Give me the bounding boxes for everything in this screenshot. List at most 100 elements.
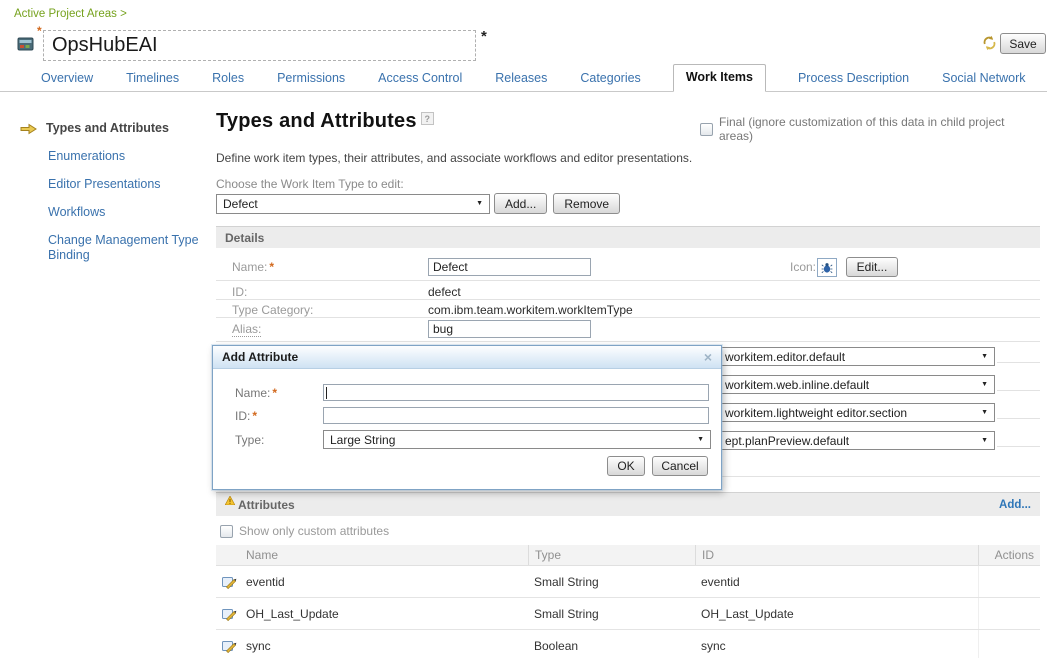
cancel-button[interactable]: Cancel <box>652 456 708 476</box>
id-field-label: ID: <box>232 285 247 299</box>
dropdown-caret-icon: ▼ <box>981 409 988 416</box>
dialog-title: Add Attribute <box>222 350 298 364</box>
tab-overview[interactable]: Overview <box>40 66 94 91</box>
details-section-title: Details <box>225 231 264 245</box>
attribute-id: eventid <box>695 575 978 589</box>
sidebar-item-label: Types and Attributes <box>46 121 169 136</box>
plan-preview-presentation-select[interactable]: ept.planPreview.default ▼ <box>718 431 995 450</box>
required-marker: * <box>37 24 42 38</box>
editor-presentation-value: workitem.editor.default <box>725 350 845 364</box>
sidebar-item-editor-presentations[interactable]: Editor Presentations <box>20 177 212 192</box>
id-column-header: ID <box>695 545 978 565</box>
sidebar-item-label: Editor Presentations <box>48 177 161 191</box>
breadcrumb[interactable]: Active Project Areas > <box>14 8 127 20</box>
dropdown-caret-icon: ▼ <box>981 437 988 444</box>
dropdown-caret-icon: ▼ <box>476 200 483 207</box>
add-attribute-dialog: Add Attribute × Name:* ID:* Type: Large … <box>212 345 722 490</box>
type-name-input[interactable] <box>428 258 591 276</box>
attributes-table: Name Type ID Actions eventid Small Strin… <box>216 545 1040 658</box>
attribute-type: Small String <box>528 575 695 589</box>
final-checkbox-row: Final (ignore customization of this data… <box>700 115 1040 143</box>
type-column-header: Type <box>528 545 695 565</box>
dialog-name-input[interactable] <box>323 384 709 401</box>
final-checkbox[interactable] <box>700 123 713 136</box>
attribute-icon <box>216 607 240 621</box>
dialog-type-label: Type: <box>235 433 264 447</box>
current-section-arrow-icon <box>20 123 37 135</box>
page-title-row: Types and Attributes ? <box>216 110 434 133</box>
editor-presentation-select[interactable]: workitem.editor.default ▼ <box>718 347 995 366</box>
filter-checkbox-label: Show only custom attributes <box>239 524 389 538</box>
table-row[interactable]: OH_Last_Update Small String OH_Last_Upda… <box>216 598 1040 630</box>
type-category-label: Type Category: <box>232 303 313 317</box>
close-icon[interactable]: × <box>704 351 712 363</box>
web-inline-presentation-select[interactable]: workitem.web.inline.default ▼ <box>718 375 995 394</box>
dialog-titlebar[interactable]: Add Attribute × <box>213 346 721 369</box>
attribute-type: Small String <box>528 607 695 621</box>
attribute-actions <box>978 598 1040 629</box>
dialog-buttons: OK Cancel <box>600 456 708 476</box>
attribute-actions <box>978 566 1040 597</box>
work-item-type-chooser-label: Choose the Work Item Type to edit: <box>216 177 404 191</box>
table-row[interactable]: sync Boolean sync <box>216 630 1040 658</box>
alias-field-label: Alias: <box>232 322 261 337</box>
dropdown-caret-icon: ▼ <box>981 381 988 388</box>
sidebar: Types and Attributes Enumerations Editor… <box>20 121 212 276</box>
icon-field-label: Icon: <box>790 260 816 274</box>
dropdown-caret-icon: ▼ <box>981 353 988 360</box>
sidebar-item-label: Workflows <box>48 205 105 219</box>
name-column-header: Name <box>240 548 528 562</box>
main-content: Types and Attributes ? Final (ignore cus… <box>216 0 1040 658</box>
bug-icon <box>821 262 833 274</box>
project-area-editor: Active Project Areas > * * Save Overview… <box>0 0 1047 658</box>
alias-input[interactable] <box>428 320 591 338</box>
table-header-row: Name Type ID Actions <box>216 545 1040 566</box>
attributes-section-header: Attributes Add... <box>216 492 1040 516</box>
sidebar-item-workflows[interactable]: Workflows <box>20 205 212 220</box>
text-cursor <box>326 387 327 399</box>
ok-button[interactable]: OK <box>607 456 645 476</box>
attribute-icon <box>216 575 240 589</box>
sidebar-item-label: Change Management Type Binding <box>48 233 199 262</box>
lightweight-editor-presentation-select[interactable]: workitem.lightweight editor.section ▼ <box>718 403 995 422</box>
web-inline-presentation-value: workitem.web.inline.default <box>725 378 869 392</box>
table-row[interactable]: eventid Small String eventid <box>216 566 1040 598</box>
remove-type-button[interactable]: Remove <box>553 193 620 214</box>
help-icon[interactable]: ? <box>421 112 434 125</box>
details-section-header: Details <box>216 226 1040 248</box>
work-item-type-select[interactable]: Defect ▼ <box>216 194 490 214</box>
attribute-type: Boolean <box>528 639 695 653</box>
lightweight-editor-presentation-value: workitem.lightweight editor.section <box>725 406 907 420</box>
dialog-name-label: Name:* <box>235 386 277 400</box>
attribute-name: OH_Last_Update <box>240 607 528 621</box>
attribute-actions <box>978 630 1040 658</box>
sidebar-item-enumerations[interactable]: Enumerations <box>20 149 212 164</box>
attribute-icon <box>216 639 240 653</box>
attributes-section-title: Attributes <box>238 498 295 512</box>
add-type-button[interactable]: Add... <box>494 193 547 214</box>
final-checkbox-label: Final (ignore customization of this data… <box>719 115 1040 143</box>
dialog-id-label: ID:* <box>235 409 257 423</box>
custom-attributes-filter: Show only custom attributes <box>220 524 389 538</box>
dropdown-caret-icon: ▼ <box>697 436 704 443</box>
sidebar-item-label: Enumerations <box>48 149 125 163</box>
dialog-type-select[interactable]: Large String ▼ <box>323 430 711 449</box>
tab-timelines[interactable]: Timelines <box>125 66 180 91</box>
show-only-custom-attributes-checkbox[interactable] <box>220 525 233 538</box>
plan-preview-presentation-value: ept.planPreview.default <box>725 434 849 448</box>
sidebar-item-types-and-attributes[interactable]: Types and Attributes <box>20 121 212 136</box>
add-attribute-link[interactable]: Add... <box>999 499 1031 511</box>
attribute-id: OH_Last_Update <box>695 607 978 621</box>
warning-icon <box>225 494 235 508</box>
section-description: Define work item types, their attributes… <box>216 151 692 165</box>
dialog-id-input[interactable] <box>323 407 709 424</box>
name-field-label: Name:* <box>232 260 274 274</box>
selected-work-item-type: Defect <box>223 197 258 211</box>
project-area-icon <box>17 36 34 55</box>
dialog-type-value: Large String <box>330 433 395 447</box>
edit-icon-button[interactable]: Edit... <box>846 257 898 277</box>
page-title: Types and Attributes <box>216 110 417 133</box>
attribute-id: sync <box>695 639 978 653</box>
sidebar-item-change-management-type-binding[interactable]: Change Management Type Binding <box>20 233 212 263</box>
attribute-name: eventid <box>240 575 528 589</box>
